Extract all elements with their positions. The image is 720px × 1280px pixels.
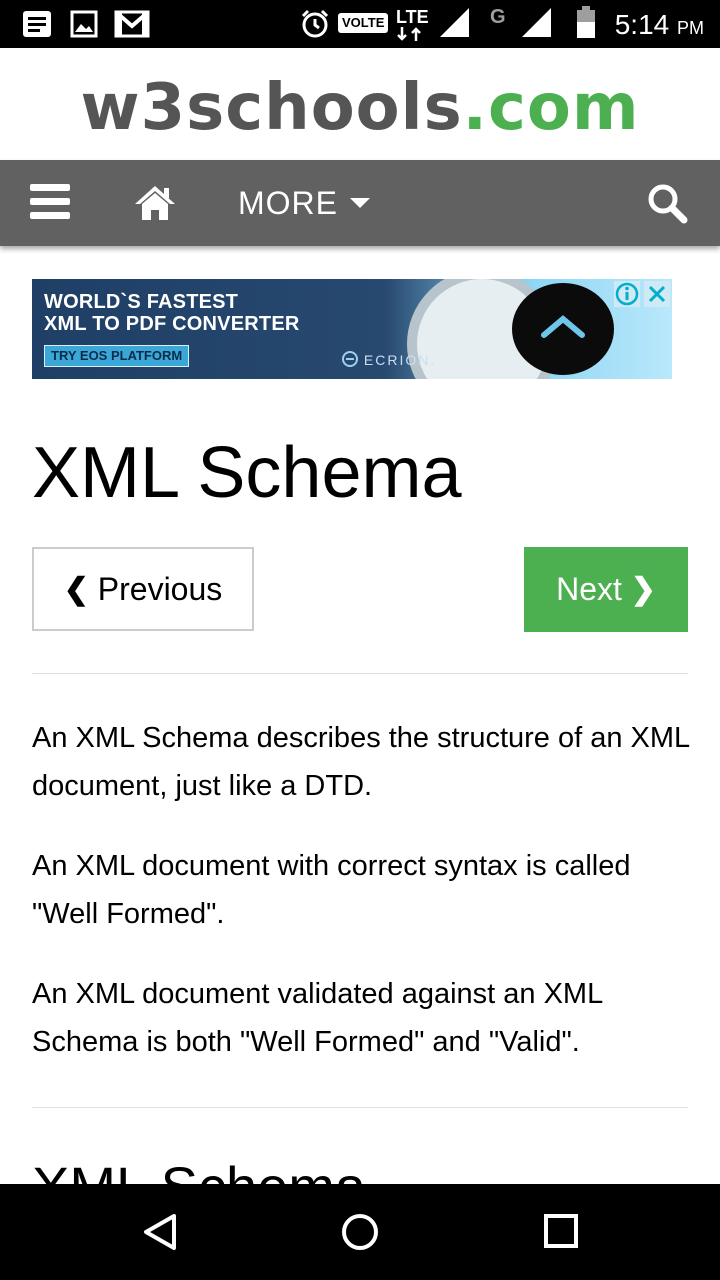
paragraph-1: An XML Schema describes the structure of…	[32, 722, 690, 802]
battery-icon	[576, 6, 596, 38]
alarm-icon	[300, 9, 330, 38]
system-nav-bar	[0, 1184, 720, 1280]
signal-icon-2	[520, 8, 552, 37]
clock-time: 5:14	[614, 9, 670, 40]
status-bar: VOLTE LTE G 5:14 PM	[0, 0, 720, 48]
ad-brand: ECRION.	[342, 351, 436, 368]
search-icon[interactable]	[646, 182, 688, 224]
ecrion-logo-icon	[342, 351, 358, 367]
chevron-left-icon: ❮	[63, 572, 89, 606]
gmail-icon	[114, 10, 150, 38]
logo-tld: .com	[462, 71, 640, 145]
divider	[32, 1107, 688, 1108]
logo-main: w3schools	[80, 71, 463, 145]
network-g-label: G	[490, 6, 506, 28]
gallery-icon	[70, 10, 98, 38]
site-header: w3schools.com	[0, 48, 720, 160]
ad-headline-2: XML TO PDF CONVERTER	[44, 313, 300, 335]
data-arrows-icon	[397, 27, 421, 41]
top-navbar: MORE	[0, 160, 720, 246]
more-label: MORE	[238, 184, 338, 221]
volte-badge: VOLTE	[338, 13, 389, 33]
paragraph-3: An XML document validated against an XML…	[32, 978, 603, 1058]
lte-label: LTE	[396, 7, 429, 27]
chevron-right-icon: ❯	[630, 573, 656, 606]
ad-brand-label: ECRION.	[363, 352, 437, 368]
clock: 5:14 PM	[615, 8, 704, 45]
home-icon[interactable]	[132, 180, 178, 226]
site-logo[interactable]: w3schools.com	[0, 68, 720, 148]
ad-banner[interactable]: WORLD`S FASTEST XML TO PDF CONVERTER TRY…	[32, 279, 672, 379]
lte-indicator: LTE	[396, 8, 429, 44]
next-button[interactable]: Next ❯	[524, 547, 688, 632]
divider	[32, 673, 688, 674]
notification-icon	[22, 10, 52, 38]
next-label: Next	[556, 571, 622, 607]
ad-headline-1: WORLD`S FASTEST	[44, 291, 239, 313]
hamburger-icon[interactable]	[30, 184, 72, 220]
clock-ampm: PM	[677, 18, 704, 38]
caret-down-icon	[350, 198, 370, 208]
previous-label: Previous	[97, 570, 223, 607]
info-icon[interactable]	[614, 281, 640, 307]
ad-graphic-circle	[512, 283, 614, 375]
page-title: XML Schema	[32, 433, 462, 513]
ad-cta[interactable]: TRY EOS PLATFORM	[44, 345, 190, 367]
close-icon[interactable]	[644, 281, 670, 307]
home-circle-icon[interactable]	[340, 1212, 380, 1252]
paragraph-2: An XML document with correct syntax is c…	[32, 850, 631, 930]
previous-button[interactable]: ❮ Previous	[32, 547, 254, 631]
back-icon[interactable]	[140, 1212, 180, 1252]
more-menu-button[interactable]: MORE	[238, 182, 370, 224]
signal-icon	[438, 8, 470, 37]
recents-icon[interactable]	[542, 1212, 582, 1252]
